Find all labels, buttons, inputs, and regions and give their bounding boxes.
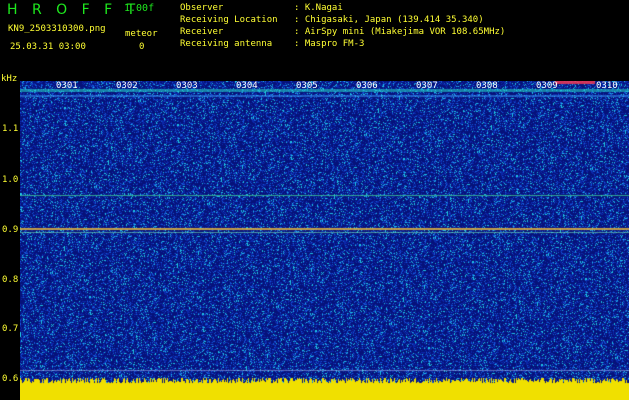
minute-label: 0305 (296, 81, 318, 91)
meta-observer: Observer: K.Nagai (180, 3, 343, 13)
file-name: KN9_2503310300.png (8, 24, 106, 34)
meta-antenna: Receiving antenna: Maspro FM-3 (180, 39, 365, 49)
gain-value: 1.00f (124, 3, 155, 14)
meta-location: Receiving Location: Chigasaki, Japan (13… (180, 15, 484, 25)
meteor-label: meteor (125, 29, 158, 39)
minute-label: 0302 (116, 81, 138, 91)
y-tick-label: 0.7 (2, 324, 19, 334)
y-tick-label: 0.8 (2, 275, 19, 285)
minute-label: 0308 (476, 81, 498, 91)
minute-label: 0309 (536, 81, 558, 91)
meta-receiver: Receiver: AirSpy mini (Miakejima VOR 108… (180, 27, 506, 37)
minute-label: 0310 (596, 81, 618, 91)
minute-label: 0307 (416, 81, 438, 91)
meteor-count: 0 (139, 42, 145, 52)
axis-unit: kHz (1, 74, 18, 84)
y-tick-label: 0.9 (2, 225, 19, 235)
minute-label: 0304 (236, 81, 258, 91)
minute-label: 0301 (56, 81, 78, 91)
spectrogram-plot (20, 81, 629, 400)
header-panel: H R O F F T 1.00f KN9_2503310300.png 25.… (0, 0, 629, 75)
y-tick-label: 0.6 (2, 374, 19, 384)
y-tick-label: 1.0 (2, 175, 19, 185)
minute-label: 0303 (176, 81, 198, 91)
date-time: 25.03.31 03:00 (10, 42, 86, 52)
minute-label: 0306 (356, 81, 378, 91)
y-tick-label: 1.1 (2, 124, 19, 134)
app-title: H R O F F T (7, 2, 141, 18)
